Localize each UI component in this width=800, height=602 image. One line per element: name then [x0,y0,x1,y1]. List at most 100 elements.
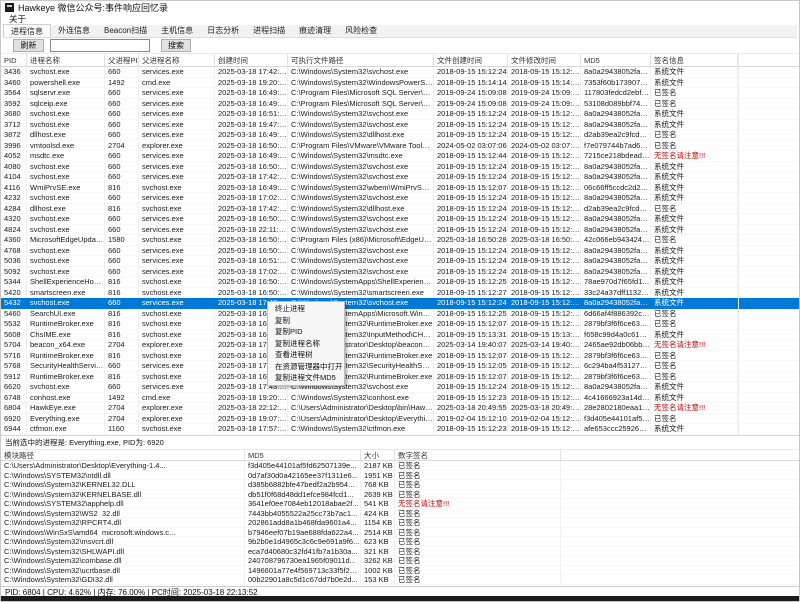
context-menu-item-4[interactable]: 查看进程树 [268,349,344,361]
process-row[interactable]: 4284dllhost.exe816svchost.exe2025-03-18 … [1,204,800,215]
column-header[interactable]: 文件修改时间 [508,54,581,66]
module-row[interactable]: C:\Windows\System32\RPCRT4.dll202861add8… [1,518,800,528]
context-menu-item-1[interactable]: 复制 [268,315,344,327]
module-row[interactable]: C:\Windows\WinSxS\amd64_microsoft.window… [1,528,800,538]
cell-fctime: 2018-09-15 15:12:24 [434,120,508,131]
cell-ctime: 2025-03-18 16:51:44 [215,109,288,120]
process-row[interactable]: 6804HawkEye.exe2704explorer.exe2025-03-1… [1,403,800,414]
context-menu-item-5[interactable]: 在资源管理器中打开 [268,361,344,373]
process-row[interactable]: 5704beacon_x64.exe2704explorer.exe2025-0… [1,340,800,351]
process-row[interactable]: 4052msdtc.exe660services.exe2025-03-18 1… [1,151,800,162]
module-row[interactable]: C:\Windows\System32\ucrtbase.dll1496601a… [1,566,800,576]
process-row[interactable]: 4232svchost.exe660services.exe2025-03-18… [1,193,800,204]
tab-item-2[interactable]: Beacon扫描 [97,24,154,37]
module-row[interactable]: C:\Windows\System32\combase.dll240708796… [1,556,800,566]
cell-_ [561,547,800,557]
process-row[interactable]: 6920Everything.exe2704explorer.exe2025-0… [1,414,800,425]
process-row[interactable]: 6944ctfmon.exe1160svchost.exe2025-03-18 … [1,424,800,435]
tab-item-1[interactable]: 外连信息 [51,24,97,37]
cell-pid: 4080 [1,162,27,173]
tab-item-0[interactable]: 进程信息 [3,24,51,37]
column-header[interactable] [561,450,800,460]
column-header[interactable]: 大小 [361,450,395,460]
process-row-selected[interactable]: 5432svchost.exe660services.exe2025-03-18… [1,298,800,309]
process-row[interactable]: 5420smartscreen.exe816svchost.exe2025-03… [1,288,800,299]
process-row[interactable]: 3872dllhost.exe660services.exe2025-03-18… [1,130,800,141]
process-row[interactable]: 4824svchost.exe660services.exe2025-03-18… [1,225,800,236]
cell-_ [561,490,800,500]
refresh-button[interactable]: 刷新 [13,39,44,52]
module-row[interactable]: C:\Windows\System32\WS2_32.dll7443bb4055… [1,509,800,519]
module-row[interactable]: C:\Windows\System32\msvcrt.dll9b2b0e1d49… [1,537,800,547]
column-header[interactable]: 签名信息 [651,54,738,66]
cell-fctime: 2018-09-15 15:12:24 [434,246,508,257]
module-row[interactable]: C:\Windows\System32\KERNELBASE.dlldb51f0… [1,490,800,500]
process-row[interactable]: 3712svchost.exe660services.exe2025-03-18… [1,120,800,131]
module-row[interactable]: C:\Windows\System32\GDI32.dll00b22901a8c… [1,575,800,585]
tab-item-7[interactable]: 风险检查 [338,24,384,37]
module-row[interactable]: C:\Users\Administrator\Desktop\Everythin… [1,461,800,471]
column-header[interactable]: MD5 [245,450,361,460]
column-header[interactable]: 文件创建时间 [434,54,508,66]
tab-item-4[interactable]: 日志分析 [200,24,246,37]
process-row[interactable]: 3996vmtoolsd.exe2704explorer.exe2025-03-… [1,141,800,152]
process-row[interactable]: 5460SearchUI.exe816svchost.exe2025-03-18… [1,309,800,320]
process-row[interactable]: 3680svchost.exe660services.exe2025-03-18… [1,109,800,120]
process-row[interactable]: 5912RuntimeBroker.exe816svchost.exe2025-… [1,372,800,383]
cell-md5: 6d66af4f886392ce79c... [581,309,651,320]
column-header[interactable]: 创建时间 [215,54,288,66]
module-row[interactable]: C:\Windows\SYSTEM32\apphelp.dll3641ef0ee… [1,499,800,509]
module-row[interactable]: C:\Windows\SYSTEM32\ntdll.dll0d7af30d0a4… [1,471,800,481]
process-row[interactable]: 4116WmiPrvSE.exe816svchost.exe2025-03-18… [1,183,800,194]
cell-sig: 系统文件 [651,246,738,257]
cell-pname: services.exe [139,67,215,78]
process-row[interactable]: 3564sqlservr.exe660services.exe2025-03-1… [1,88,800,99]
column-header[interactable] [738,54,800,66]
module-row[interactable]: C:\Windows\System32\KERNEL32.DLLd385b688… [1,480,800,490]
cell-name: SecurityHealthServic... [27,361,105,372]
process-row[interactable]: 3436svchost.exe660services.exe2025-03-18… [1,67,800,78]
cell-fctime: 2018-09-15 15:12:23 [434,424,508,435]
context-menu-item-2[interactable]: 复制PID [268,326,344,338]
search-button[interactable]: 搜索 [161,39,191,52]
process-row[interactable]: 5768SecurityHealthServic...660services.e… [1,361,800,372]
process-row[interactable]: 4360MicrosoftEdgeUpdate...1580svchost.ex… [1,235,800,246]
cell-path: C:\Program Files\Microsoft SQL Server\MS… [288,88,434,99]
tab-item-3[interactable]: 主机信息 [154,24,200,37]
process-row[interactable]: 5092svchost.exe660services.exe2025-03-18… [1,267,800,278]
context-menu-item-3[interactable]: 复制进程名称 [268,338,344,350]
context-menu-item-6[interactable]: 复制进程文件MD5 [268,372,344,384]
process-row[interactable]: 5344ShellExperienceHost.e...816svchost.e… [1,277,800,288]
process-row[interactable]: 3460powershell.exe1492cmd.exe2025-03-18 … [1,78,800,89]
search-input[interactable] [50,39,150,52]
tab-item-6[interactable]: 痕迹清理 [292,24,338,37]
process-row[interactable]: 4080svchost.exe660services.exe2025-03-18… [1,162,800,173]
context-menu-item-0[interactable]: 终止进程 [268,303,344,315]
column-header[interactable]: 进程名称 [27,54,105,66]
module-row[interactable]: C:\Windows\System32\SHLWAPI.dlleca7d4068… [1,547,800,557]
cell-pname: services.exe [139,361,215,372]
cell-ppid: 660 [105,67,139,78]
process-row[interactable]: 5716RuntimeBroker.exe816svchost.exe2025-… [1,351,800,362]
column-header[interactable]: PID [1,54,27,66]
process-row[interactable]: 4320svchost.exe660services.exe2025-03-18… [1,214,800,225]
process-row[interactable]: 4104svchost.exe660services.exe2025-03-18… [1,172,800,183]
process-row[interactable]: 4768svchost.exe660services.exe2025-03-18… [1,246,800,257]
cell-ppid: 816 [105,319,139,330]
tab-item-5[interactable]: 进程扫描 [246,24,292,37]
cell-path: C:\Users\Administrator\Desktop\Everythin… [1,461,245,471]
cell-fmtime: 2018-09-15 15:12:25 [508,309,581,320]
process-row[interactable]: 5532RuntimeBroker.exe816svchost.exe2025-… [1,319,800,330]
column-header[interactable]: 父进程名称 [139,54,215,66]
column-header[interactable]: MD5 [581,54,651,66]
column-header[interactable]: 模块路径 [1,450,245,460]
cell-name: svchost.exe [27,67,105,78]
column-header[interactable]: 数字签名 [395,450,561,460]
process-row[interactable]: 5608ChsIME.exe816svchost.exe2025-03-18 1… [1,330,800,341]
process-row[interactable]: 3592sqlceip.exe660services.exe2025-03-18… [1,99,800,110]
process-row[interactable]: 6620svchost.exe660services.exe2025-03-18… [1,382,800,393]
process-row[interactable]: 6748conhost.exe1492cmd.exe2025-03-18 19:… [1,393,800,404]
column-header[interactable]: 可执行文件路径 [288,54,434,66]
process-row[interactable]: 5036svchost.exe660services.exe2025-03-18… [1,256,800,267]
column-header[interactable]: 父进程PID [105,54,139,66]
